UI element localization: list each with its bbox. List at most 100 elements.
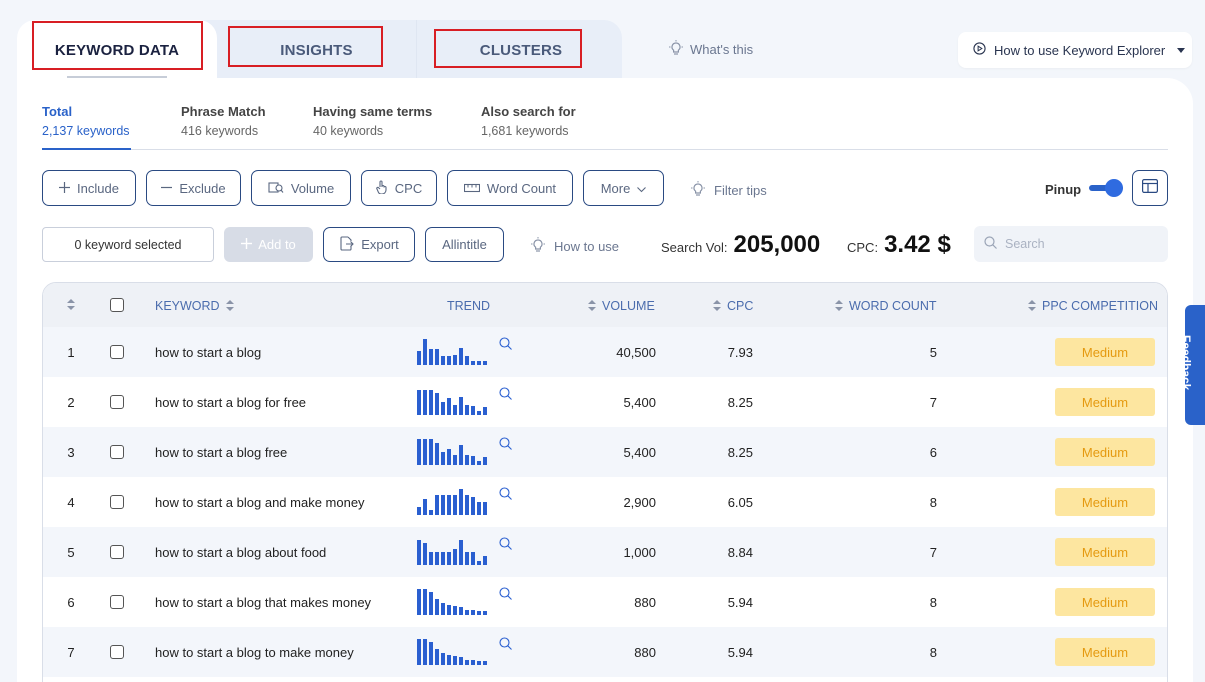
header-ppc-competition[interactable]: PPC COMPETITION — [1028, 299, 1158, 313]
volume-cell: 2,900 — [623, 494, 656, 510]
table-row[interactable]: 6 how to start a blog that makes money 880… — [43, 577, 1167, 627]
header-word-count[interactable]: WORD COUNT — [835, 299, 937, 313]
tab-keyword-data[interactable]: KEYWORD DATA — [17, 20, 217, 80]
trend-bar — [465, 356, 469, 365]
cpc-cell: 8.25 — [727, 394, 753, 410]
whats-this-link[interactable]: What's this — [668, 40, 753, 59]
keyword-cell[interactable]: how to start a blog — [155, 327, 261, 377]
magnifier-icon[interactable] — [499, 537, 512, 553]
tab-clusters[interactable]: CLUSTERS — [421, 20, 621, 80]
add-to-button[interactable]: Add to — [224, 227, 313, 262]
subtab-also-search-for[interactable]: Also search for 1,681 keywords — [481, 104, 576, 138]
cpc-cell: 7.93 — [727, 344, 753, 360]
table-row[interactable]: 2 how to start a blog for free 5,400 8.25 7 M… — [43, 377, 1167, 427]
word-count-cell: 5 — [929, 344, 937, 360]
trend-bar — [453, 495, 457, 515]
header-keyword[interactable]: KEYWORD — [155, 299, 234, 313]
magnifier-icon[interactable] — [499, 387, 512, 403]
word-count-filter-button[interactable]: Word Count — [447, 170, 573, 206]
trend-bar — [417, 439, 421, 465]
competition-cell: Medium — [1055, 427, 1155, 477]
row-checkbox[interactable] — [110, 327, 124, 377]
keyword-cell[interactable]: how to start a blog free — [155, 427, 287, 477]
trend-sparkline — [417, 489, 487, 515]
keyword-cell[interactable]: how to start a blog for free — [155, 377, 306, 427]
sort-number-icon[interactable] — [67, 299, 75, 311]
row-checkbox[interactable] — [110, 627, 124, 677]
lightbulb-icon — [690, 181, 706, 200]
include-button[interactable]: Include — [42, 170, 136, 206]
keyword-cell[interactable]: how to start a blog that makes money — [155, 577, 371, 627]
trend-sparkline — [417, 589, 487, 615]
more-filters-dropdown[interactable]: More — [583, 170, 664, 206]
header-keyword-label: KEYWORD — [155, 299, 220, 313]
subtab-total[interactable]: Total 2,137 keywords — [42, 104, 131, 150]
exclude-button[interactable]: Exclude — [146, 170, 241, 206]
feedback-tab[interactable]: Feedback — [1179, 305, 1205, 425]
trend-bar — [435, 599, 439, 615]
table-row[interactable]: 1 how to start a blog 40,500 7.93 5 Medium — [43, 327, 1167, 377]
cpc-filter-button[interactable]: CPC — [361, 170, 437, 206]
magnifier-icon[interactable] — [499, 487, 512, 503]
trend-bar — [459, 445, 463, 465]
more-label: More — [600, 180, 631, 196]
add-to-label: Add to — [258, 237, 296, 252]
competition-cell: Medium — [1055, 577, 1155, 627]
keyword-cell[interactable]: how to start a blog to make money — [155, 627, 354, 677]
pinup-toggle[interactable] — [1089, 179, 1125, 197]
header-volume[interactable]: VOLUME — [588, 299, 655, 313]
keyword-table: KEYWORD TREND VOLUME CPC WORD COUNT PPC … — [42, 282, 1168, 682]
trend-bar — [447, 552, 451, 565]
magnifier-icon[interactable] — [499, 337, 512, 353]
row-checkbox[interactable] — [110, 377, 124, 427]
trend-bar — [465, 495, 469, 515]
select-all-checkbox[interactable] — [110, 298, 124, 312]
trend-bar — [453, 606, 457, 615]
filter-tips-link[interactable]: Filter tips — [690, 181, 767, 200]
volume-filter-button[interactable]: Volume — [251, 170, 351, 206]
export-button[interactable]: Export — [323, 227, 415, 262]
row-checkbox[interactable] — [110, 427, 124, 477]
allintitle-button[interactable]: Allintitle — [425, 227, 504, 262]
header-volume-label: VOLUME — [602, 299, 655, 313]
trend-bar — [423, 390, 427, 415]
cpc-label: CPC — [394, 180, 423, 196]
row-checkbox[interactable] — [110, 477, 124, 527]
keyword-cell[interactable]: how to start a blog and make money — [155, 477, 365, 527]
cpc-cell: 8.84 — [727, 544, 753, 560]
row-number: 4 — [67, 494, 75, 510]
search-input[interactable]: Search — [974, 226, 1168, 262]
trend-bar — [429, 552, 433, 565]
word-count-cell: 7 — [929, 394, 937, 410]
table-row[interactable]: 7 how to start a blog to make money 880 5.9… — [43, 627, 1167, 677]
competition-badge: Medium — [1055, 638, 1155, 666]
header-word-count-label: WORD COUNT — [849, 299, 937, 313]
table-row[interactable]: 3 how to start a blog free 5,400 8.25 6 Mediu… — [43, 427, 1167, 477]
magnifier-icon[interactable] — [499, 637, 512, 653]
table-row[interactable]: 5 how to start a blog about food 1,000 8.84… — [43, 527, 1167, 577]
keyword-selected-count: 0 keyword selected — [42, 227, 214, 262]
row-checkbox[interactable] — [110, 577, 124, 627]
how-to-use-explorer-dropdown[interactable]: How to use Keyword Explorer — [958, 32, 1192, 68]
magnifier-icon[interactable] — [499, 437, 512, 453]
magnifier-icon[interactable] — [499, 587, 512, 603]
trend-sparkline — [417, 339, 487, 365]
column-layout-button[interactable] — [1132, 170, 1168, 206]
row-checkbox[interactable] — [110, 527, 124, 577]
word-count-cell: 6 — [929, 444, 937, 460]
table-row[interactable]: 4 how to start a blog and make money 2,900… — [43, 477, 1167, 527]
subtab-phrase-match[interactable]: Phrase Match 416 keywords — [181, 104, 266, 138]
subtab-having-same-terms[interactable]: Having same terms 40 keywords — [313, 104, 432, 138]
trend-bar — [459, 657, 463, 665]
include-label: Include — [77, 180, 119, 196]
header-cpc[interactable]: CPC — [713, 299, 753, 313]
filter-tips-label: Filter tips — [714, 183, 767, 198]
trend-bar — [477, 502, 481, 515]
how-to-use-link[interactable]: How to use — [530, 237, 619, 256]
trend-bar — [435, 349, 439, 365]
trend-bar — [453, 455, 457, 465]
keyword-cell[interactable]: how to start a blog about food — [155, 527, 326, 577]
tab-insights[interactable]: INSIGHTS — [217, 20, 417, 80]
subtab-phrase-match-count: 416 keywords — [181, 124, 259, 138]
plus-icon — [241, 237, 253, 252]
